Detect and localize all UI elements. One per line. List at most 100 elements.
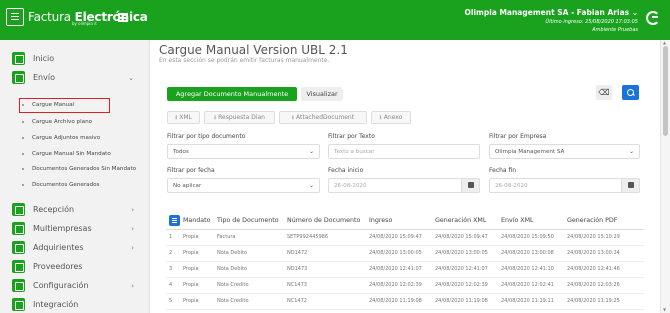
cell-mandato: Propia — [183, 229, 217, 246]
sidebar-subitem-label: Cargue Adjuntos masivo — [32, 135, 101, 141]
sidebar-subitem-cargue-sin-mandato[interactable]: Cargue Manual Sin Mandato — [22, 151, 111, 157]
cell-ingreso: 24/08/2020 12:02:39 — [369, 277, 435, 294]
filter-type-value: Todos — [173, 148, 189, 155]
sidebar-subitem-cargue-manual[interactable]: Cargue Manual — [22, 102, 74, 108]
filter-type-select[interactable]: Todos ⌄ — [167, 144, 320, 159]
view-button[interactable]: Visualizar — [301, 87, 343, 101]
table-row[interactable]: 1 Propia Factura SETP992445986 24/08/202… — [166, 229, 644, 246]
start-date-value: 26-08-2020 — [334, 182, 367, 189]
column-header: Envío XML — [501, 212, 567, 230]
sidebar-item-configuracion[interactable]: Configuración › — [12, 279, 140, 292]
filter-company-select[interactable]: Olimpia Management SA ⌄ — [489, 144, 640, 159]
cell-envio-xml: 24/08/2020 12:02:41 — [501, 277, 567, 294]
cell-tipo: Nota Credito — [217, 293, 287, 310]
column-header: Número de Documento — [287, 212, 369, 230]
row-index: 5 — [166, 293, 183, 310]
environment-label: Ambiente Pruebas — [592, 27, 638, 33]
sidebar-item-adquirientes[interactable]: Adquirientes › — [12, 241, 140, 254]
chevron-right-icon: › — [131, 243, 134, 252]
scroll-down-icon[interactable]: ▼ — [663, 307, 666, 312]
building-icon — [12, 222, 25, 235]
user-menu[interactable]: Olimpia Management SA - Fabian Arias ⌄ — [465, 8, 639, 17]
sidebar-subitem-docs-generados[interactable]: Documentos Generados — [22, 182, 99, 188]
brand-subtitle: by olimpia it — [72, 21, 97, 26]
sidebar-subitem-docs-sin-mandato[interactable]: Documentos Generados Sin Mandato — [22, 166, 136, 172]
sidebar-subitem-label: Cargue Archivo plano — [32, 119, 93, 125]
search-input[interactable]: Texto a buscar — [328, 144, 480, 159]
sidebar-item-label: Inicio — [33, 54, 55, 63]
sidebar-item-label: Adquirientes — [33, 243, 84, 252]
column-header: Tipo de Documento — [217, 212, 287, 230]
cell-ingreso: 24/08/2020 11:19:08 — [369, 293, 435, 310]
sidebar-subitem-label: Cargue Manual Sin Mandato — [32, 151, 111, 157]
start-date-field[interactable]: 26-08-2020 — [328, 178, 480, 193]
sidebar-subitem-cargue-adjuntos[interactable]: Cargue Adjuntos masivo — [22, 135, 100, 141]
cell-generacion-xml: 24/08/2020 15:09:47 — [435, 229, 501, 246]
cell-envio-xml: 24/08/2020 15:09:50 — [501, 229, 567, 246]
respuesta-dian-button[interactable]: ⭳ Respuesta Dian — [204, 111, 275, 124]
users-icon — [12, 241, 25, 254]
add-document-button[interactable]: Agregar Documento Manualmente — [167, 87, 297, 101]
chevron-down-icon: ⌄ — [128, 73, 134, 82]
attached-document-button[interactable]: ⭳ AttachedDocument — [279, 111, 367, 124]
cell-generacion-pdf: 24/08/2020 11:19:25 — [567, 293, 644, 310]
sidebar-item-recepcion[interactable]: Recepción › — [12, 203, 140, 216]
attached-document-label: AttachedDocument — [296, 114, 355, 121]
cell-tipo: Nota Debito — [217, 261, 287, 278]
table-header-row: Mandato Tipo de Documento Número de Docu… — [166, 212, 644, 230]
sidebar-subitem-cargue-archivo-plano[interactable]: Cargue Archivo plano — [22, 119, 92, 125]
column-header: Generación PDF — [567, 212, 644, 230]
menu-toggle-icon[interactable] — [118, 13, 128, 22]
filter-date-label: Filtrar por fecha — [167, 167, 215, 174]
sidebar-item-proveedores[interactable]: Proveedores — [12, 260, 140, 273]
xml-button[interactable]: ⭳ XML — [167, 111, 200, 124]
scroll-up-icon[interactable]: ▲ — [663, 40, 666, 45]
cell-tipo: Nota Credito — [217, 277, 287, 294]
table-row[interactable]: 4 Propia Nota Credito NC1473 24/08/2020 … — [166, 277, 644, 294]
sidebar-item-integracion[interactable]: Integración — [12, 298, 140, 311]
page-description: En esta sección se podrán emitir factura… — [159, 57, 330, 64]
cell-numero: NC1472 — [287, 293, 369, 310]
cell-mandato: Propia — [183, 245, 217, 262]
invoice-logo-icon — [6, 8, 24, 26]
scrollbar-thumb[interactable] — [663, 46, 668, 136]
sidebar-item-multiempresas[interactable]: Multiempresas › — [12, 222, 140, 235]
row-index: 2 — [166, 245, 183, 262]
list-icon[interactable] — [169, 214, 180, 226]
chevron-right-icon: › — [131, 224, 134, 233]
download-icon: ⭳ — [175, 113, 178, 121]
chevron-right-icon: › — [131, 281, 134, 290]
sidebar-item-inicio[interactable]: Inicio — [12, 52, 140, 65]
gear-icon — [12, 279, 25, 292]
cell-envio-xml: 24/08/2020 13:00:08 — [501, 245, 567, 262]
sidebar-item-label: Multiempresas — [33, 224, 92, 233]
search-icon[interactable] — [622, 85, 639, 100]
sidebar-item-envio[interactable]: Envío ⌄ — [12, 71, 140, 84]
cell-generacion-xml: 24/08/2020 12:02:39 — [435, 277, 501, 294]
truck-icon — [12, 260, 25, 273]
filter-date-value: No aplicar — [173, 182, 202, 189]
column-chooser[interactable] — [166, 212, 183, 230]
cell-ingreso: 24/08/2020 15:09:47 — [369, 229, 435, 246]
table-row[interactable]: 3 Propia Nota Debito ND1473 24/08/2020 1… — [166, 261, 644, 278]
anexo-button[interactable]: ⭳ Anexo — [371, 111, 411, 124]
calendar-icon[interactable] — [621, 179, 639, 192]
column-header: Ingreso — [369, 212, 435, 230]
eraser-icon[interactable]: ⌫ — [596, 85, 612, 100]
cell-generacion-xml: 24/08/2020 13:00:05 — [435, 245, 501, 262]
filter-date-select[interactable]: No aplicar ⌄ — [167, 178, 320, 193]
table-row[interactable]: 5 Propia Nota Credito NC1472 24/08/2020 … — [166, 293, 644, 310]
table-row[interactable]: 2 Propia Nota Debito ND1472 24/08/2020 1… — [166, 245, 644, 262]
logout-icon[interactable] — [646, 11, 660, 25]
filter-type-label: Filtrar por tipo documento — [167, 133, 246, 140]
chevron-down-icon: ⌄ — [628, 148, 634, 155]
end-date-field[interactable]: 26-08-2020 — [489, 178, 640, 193]
sidebar-subitem-label: Documentos Generados Sin Mandato — [32, 166, 137, 172]
scrollbar[interactable]: ▲ ▼ — [660, 40, 670, 313]
start-date-label: Fecha inicio — [328, 167, 364, 174]
sidebar-item-label: Recepción — [33, 205, 75, 214]
column-header: Mandato — [183, 212, 217, 230]
cell-generacion-pdf: 24/08/2020 12:03:26 — [567, 277, 644, 294]
cell-generacion-pdf: 24/08/2020 13:00:24 — [567, 245, 644, 262]
calendar-icon[interactable] — [461, 179, 479, 192]
